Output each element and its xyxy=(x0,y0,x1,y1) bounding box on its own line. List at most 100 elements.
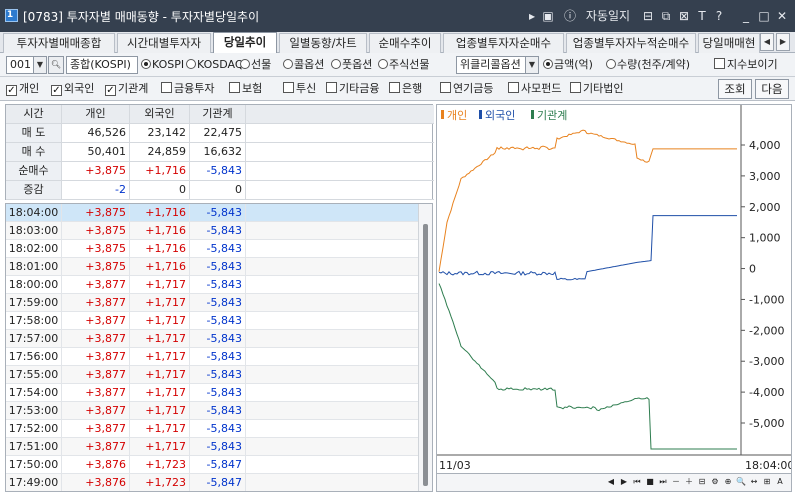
timeline-row[interactable]: 17:56:00 +3,877 +1,717 -5,843 xyxy=(6,348,418,366)
summary-header-cell: 시간 xyxy=(6,105,62,123)
title-tool-7[interactable]: T xyxy=(695,7,709,25)
timeline-value: +1,717 xyxy=(130,294,190,312)
investor-checkbox-8[interactable]: 연기금등 xyxy=(440,80,493,98)
timeline-scrollbar[interactable] xyxy=(418,204,432,491)
chart-control-13[interactable]: A xyxy=(774,476,786,488)
timeline-row[interactable]: 17:54:00 +3,877 +1,717 -5,843 xyxy=(6,384,418,402)
timeline-time: 17:58:00 xyxy=(6,312,62,330)
market-type-radio-4[interactable]: 풋옵션 xyxy=(331,56,372,74)
next-button[interactable]: 다음 xyxy=(755,79,789,99)
timeline-time: 17:56:00 xyxy=(6,348,62,366)
timeline-time: 17:50:00 xyxy=(6,456,62,474)
chart-control-0[interactable]: ◀ xyxy=(605,476,617,488)
code-dropdown-button[interactable]: ▼ xyxy=(33,56,47,74)
x-start-label: 11/03 xyxy=(439,459,471,472)
market-type-radio-1[interactable]: KOSDAQ xyxy=(186,56,244,74)
investor-checkbox-5[interactable]: 투신 xyxy=(283,80,316,98)
chart-control-3[interactable]: ■ xyxy=(644,476,656,488)
investor-label: 외국인 xyxy=(64,82,95,95)
investor-checkbox-3[interactable]: 금융투자 xyxy=(161,80,214,98)
market-type-radio-3[interactable]: 콜옵션 xyxy=(283,56,324,74)
chart-control-12[interactable]: ⊞ xyxy=(761,476,773,488)
code-input[interactable]: 001 xyxy=(6,56,34,74)
tab-5[interactable]: 업종별투자자순매수 xyxy=(443,33,564,53)
investor-checkbox-10[interactable]: 기타법인 xyxy=(570,80,623,98)
timeline-row[interactable]: 17:52:00 +3,877 +1,717 -5,843 xyxy=(6,420,418,438)
chart-control-6[interactable]: ＋ xyxy=(683,476,695,488)
timeline-value: -5,843 xyxy=(190,348,246,366)
market-type-radio-5[interactable]: 주식선물 xyxy=(378,56,429,74)
option-select[interactable]: 위클리콜옵션 xyxy=(456,56,526,74)
investor-checkbox-6[interactable]: 기타금융 xyxy=(326,80,379,98)
chart-control-4[interactable]: ⏭ xyxy=(657,476,669,488)
title-tool-11[interactable]: ✕ xyxy=(774,7,790,25)
chart-control-2[interactable]: ⏮ xyxy=(631,476,643,488)
chart-control-8[interactable]: ⚙ xyxy=(709,476,721,488)
timeline-row[interactable]: 18:04:00 +3,875 +1,716 -5,843 xyxy=(6,204,418,222)
title-bar: 1 [0783] 투자자별 매매동향 - 투자자별당일추이 ▸ ▣ ⓘ 자동일지 ⊟ ⧉ ⊠… xyxy=(0,0,795,32)
market-type-radio-2[interactable]: 선물 xyxy=(240,56,271,74)
investor-checkbox-0[interactable]: ✓ 개인 xyxy=(6,80,39,98)
chart-control-1[interactable]: ▶ xyxy=(618,476,630,488)
title-tool-1[interactable]: ▣ xyxy=(541,7,555,25)
investor-checkbox-7[interactable]: 은행 xyxy=(389,80,422,98)
chart-control-9[interactable]: ⊕ xyxy=(722,476,734,488)
timeline-row[interactable]: 18:03:00 +3,875 +1,716 -5,843 xyxy=(6,222,418,240)
option-dropdown-button[interactable]: ▼ xyxy=(525,56,539,74)
chart-control-10[interactable]: 🔍 xyxy=(735,476,747,488)
title-tool-0[interactable]: ▸ xyxy=(525,7,539,25)
tab-0[interactable]: 투자자별매매종합 xyxy=(3,33,115,53)
market-type-radio-0[interactable]: KOSPI xyxy=(141,56,184,74)
tab-next-button[interactable]: ▶ xyxy=(776,33,790,51)
tab-1[interactable]: 시간대별투자자 xyxy=(117,33,211,53)
title-tool-6[interactable]: ⊠ xyxy=(676,7,692,25)
tab-4[interactable]: 순매수추이 xyxy=(369,33,441,53)
timeline-row[interactable]: 18:01:00 +3,875 +1,716 -5,843 xyxy=(6,258,418,276)
timeline-row[interactable]: 17:49:00 +3,876 +1,723 -5,847 xyxy=(6,474,418,491)
title-tool-5[interactable]: ⧉ xyxy=(658,7,674,25)
unit-radio-1[interactable]: 수량(천주/계약) xyxy=(606,56,690,74)
title-tool-3[interactable]: 자동일지 xyxy=(583,7,633,25)
timeline-row[interactable]: 18:02:00 +3,875 +1,716 -5,843 xyxy=(6,240,418,258)
investor-checkbox-1[interactable]: ✓ 외국인 xyxy=(51,80,94,98)
summary-row: 매 도 46,526 23,142 22,475 xyxy=(6,124,434,143)
title-tool-8[interactable]: ? xyxy=(712,7,726,25)
tab-6[interactable]: 업종별투자자누적순매수 xyxy=(566,33,696,53)
index-view-checkbox[interactable]: 지수보이기 xyxy=(714,56,778,74)
tab-3[interactable]: 일별동향/차트 xyxy=(279,33,367,53)
tab-2[interactable]: 당일추이 xyxy=(213,32,277,54)
title-tool-10[interactable]: □ xyxy=(756,7,772,25)
title-tool-2[interactable]: ⓘ xyxy=(562,7,578,25)
timeline-row[interactable]: 17:50:00 +3,876 +1,723 -5,847 xyxy=(6,456,418,474)
timeline-row[interactable]: 17:53:00 +3,877 +1,717 -5,843 xyxy=(6,402,418,420)
timeline-value: -5,843 xyxy=(190,330,246,348)
timeline-row[interactable]: 17:55:00 +3,877 +1,717 -5,843 xyxy=(6,366,418,384)
timeline-value: +3,876 xyxy=(62,474,130,491)
timeline-row[interactable]: 17:51:00 +3,877 +1,717 -5,843 xyxy=(6,438,418,456)
scroll-thumb[interactable] xyxy=(423,224,428,486)
timeline-value: +3,875 xyxy=(62,258,130,276)
timeline-row[interactable]: 17:57:00 +3,877 +1,717 -5,843 xyxy=(6,330,418,348)
timeline-value: +1,717 xyxy=(130,438,190,456)
timeline-row[interactable]: 17:59:00 +3,877 +1,717 -5,843 xyxy=(6,294,418,312)
investor-checkbox-2[interactable]: ✓ 기관계 xyxy=(105,80,148,98)
timeline-row[interactable]: 17:58:00 +3,877 +1,717 -5,843 xyxy=(6,312,418,330)
investor-checkbox-4[interactable]: 보험 xyxy=(229,80,262,98)
investor-label: 보험 xyxy=(242,82,263,95)
timeline-value: +3,877 xyxy=(62,384,130,402)
investor-checkbox-9[interactable]: 사모펀드 xyxy=(508,80,561,98)
timeline-time: 18:03:00 xyxy=(6,222,62,240)
search-icon[interactable]: 🔍︎ xyxy=(48,56,64,74)
summary-header-row: 시간 개인 외국인 기관계 xyxy=(6,105,434,124)
tab-prev-button[interactable]: ◀ xyxy=(760,33,774,51)
chart-control-7[interactable]: ⊟ xyxy=(696,476,708,488)
timeline-time: 17:59:00 xyxy=(6,294,62,312)
title-tool-9[interactable]: _ xyxy=(738,7,754,25)
tab-7[interactable]: 당일매매현 xyxy=(698,33,760,53)
timeline-row[interactable]: 18:00:00 +3,877 +1,717 -5,843 xyxy=(6,276,418,294)
chart-control-5[interactable]: － xyxy=(670,476,682,488)
chart-control-11[interactable]: ↔ xyxy=(748,476,760,488)
title-tool-4[interactable]: ⊟ xyxy=(640,7,656,25)
query-button[interactable]: 조회 xyxy=(718,79,752,99)
unit-radio-0[interactable]: 금액(억) xyxy=(543,56,593,74)
